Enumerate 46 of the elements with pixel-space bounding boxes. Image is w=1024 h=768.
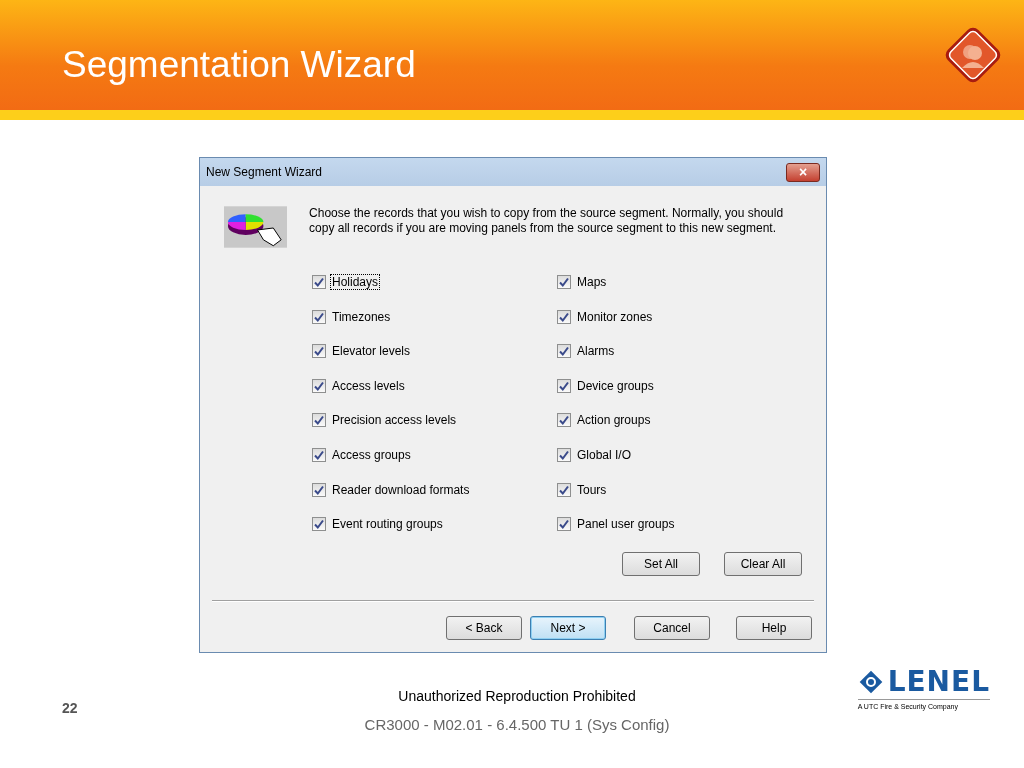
checkbox[interactable] [312,378,326,393]
wizard-button[interactable]: Next > [530,616,606,640]
checkbox[interactable] [312,413,326,428]
copyright-notice: Unauthorized Reproduction Prohibited [398,688,636,704]
checkbox-label[interactable]: Event routing groups [330,516,445,533]
checkbox-label[interactable]: Access levels [330,377,407,394]
checkbox[interactable] [312,482,326,497]
slide-title: Segmentation Wizard [62,44,416,86]
checkbox-label[interactable]: Elevator levels [330,343,413,360]
instructions-text: Choose the records that you wish to copy from the source segment. Normally, you should copy all records if you are moving panels from the source segment to this new segment. [309,206,785,236]
dialog-title: New Segment Wizard [206,165,323,179]
checkbox[interactable] [557,275,571,289]
checkbox[interactable] [557,309,571,324]
selection-button[interactable]: Clear All [724,552,802,577]
wizard-button[interactable]: Cancel [634,616,710,640]
checkbox[interactable] [312,275,326,289]
checkbox-label[interactable]: Panel user groups [575,516,677,533]
course-code: CR3000 - M02.01 - 6.4.500 TU 1 (Sys Config) [364,716,670,733]
checkbox[interactable] [557,378,571,393]
checkbox-label[interactable]: Maps [575,274,609,290]
checkbox-label[interactable]: Precision access levels [330,412,459,429]
checkbox-label[interactable]: Tours [575,481,609,498]
checkbox-label[interactable]: Action groups [575,412,653,429]
checkbox-label[interactable]: Access groups [330,446,413,463]
checkbox[interactable] [312,517,326,532]
page-number: 22 [62,700,79,716]
selection-button[interactable]: Set All [622,552,700,577]
checkbox[interactable] [312,344,326,359]
checkbox[interactable] [557,482,571,497]
wizard-button[interactable]: Help [736,616,812,640]
checkbox-label[interactable]: Device groups [575,377,656,394]
checkbox[interactable] [557,344,571,359]
checkbox[interactable] [312,447,326,462]
checkbox-label[interactable]: Monitor zones [575,308,655,325]
checkbox-label[interactable]: Reader download formats [330,481,472,498]
wizard-button[interactable]: < Back [446,616,522,640]
pie-chart-pointer-icon [224,206,288,248]
checkbox[interactable] [557,447,571,462]
checkbox[interactable] [312,309,326,324]
logo-wordmark: LENEL [887,667,990,697]
checkbox[interactable] [557,413,571,428]
checkbox-label[interactable]: Alarms [575,343,617,360]
checkbox-label[interactable]: Global I/O [575,446,634,463]
checkbox[interactable] [557,517,571,532]
checkbox-label[interactable]: Holidays [330,274,381,290]
checkbox-label[interactable]: Timezones [330,308,393,325]
